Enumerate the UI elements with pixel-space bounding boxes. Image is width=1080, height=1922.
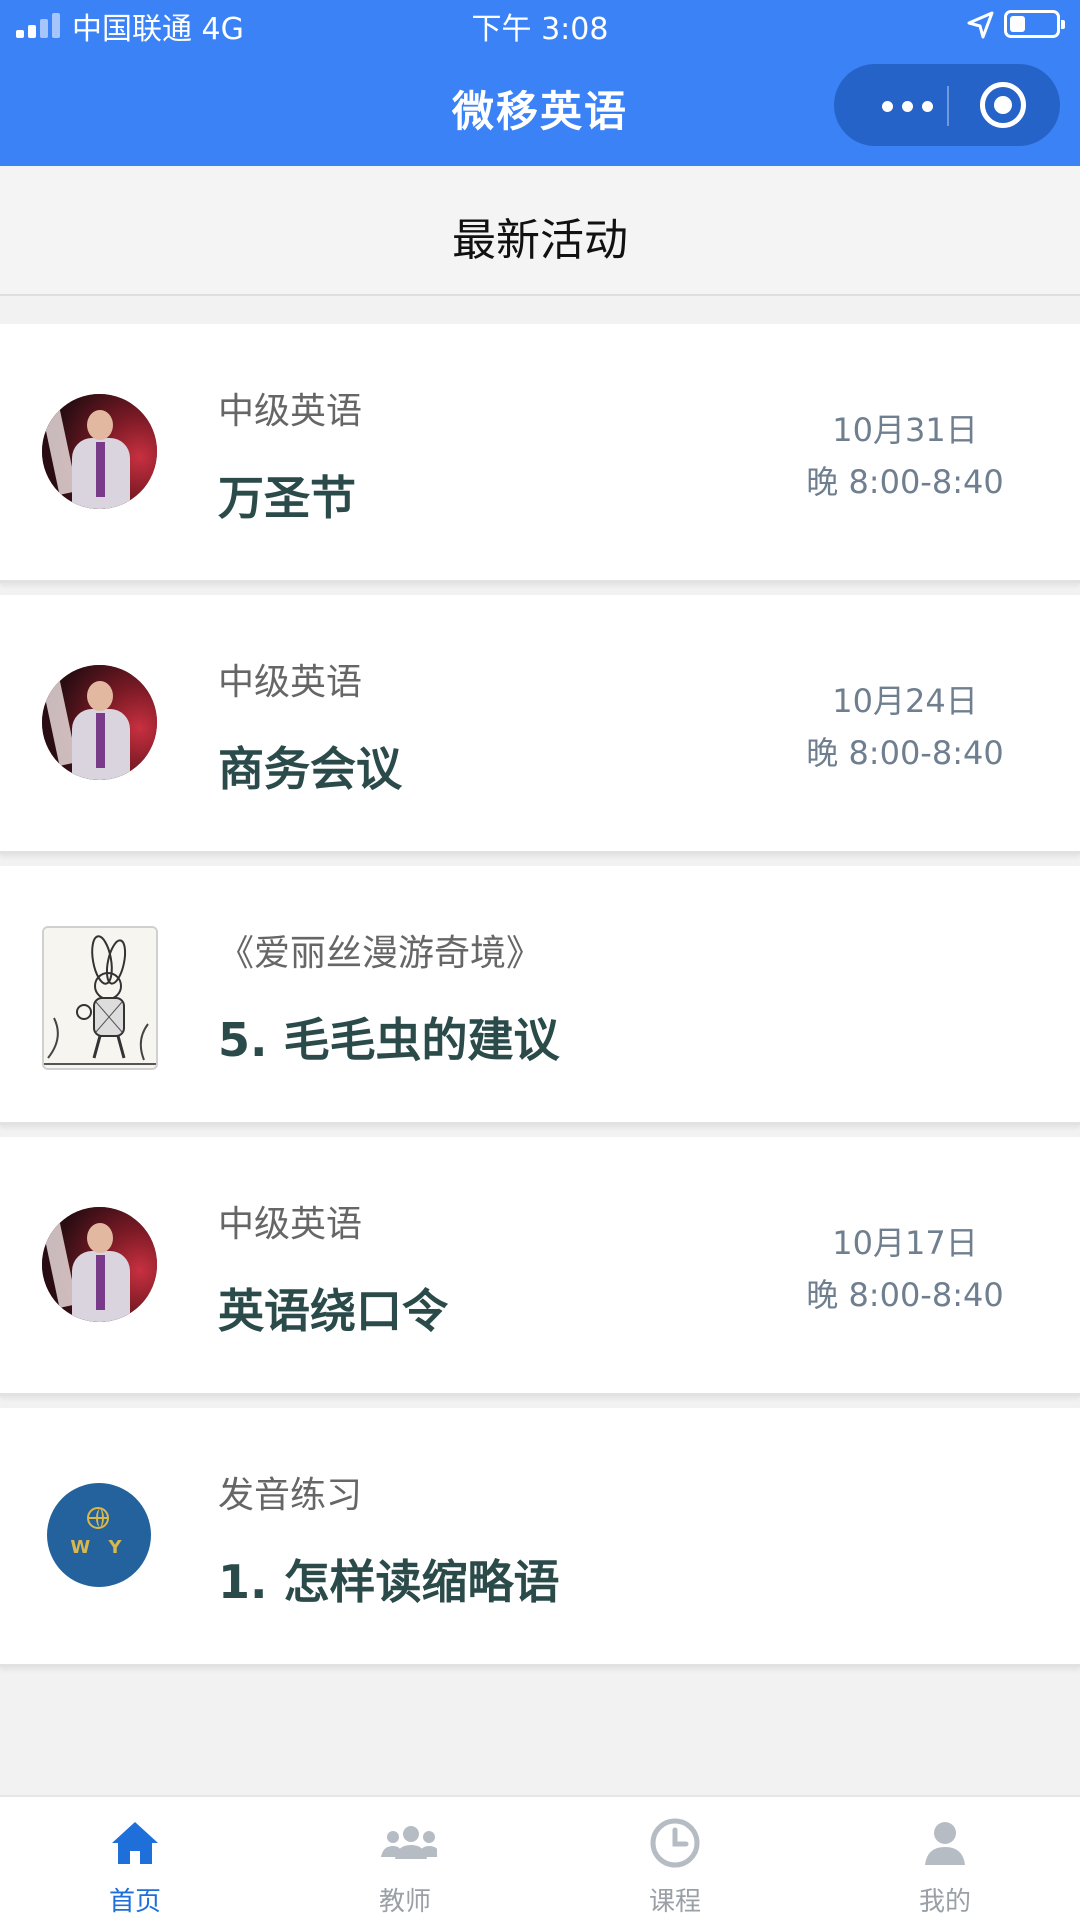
activity-title: 5. 毛毛虫的建议 [218, 1013, 560, 1067]
activity-schedule: 10月17日 晚 8:00-8:40 [780, 1217, 1030, 1321]
status-bar: 中国联通 4G 下午 3:08 [0, 0, 1080, 52]
activity-card[interactable]: 中级英语 英语绕口令 10月17日 晚 8:00-8:40 [0, 1137, 1080, 1396]
activity-date: 10月31日 [832, 411, 978, 449]
tab-home[interactable]: 首页 [0, 1797, 270, 1922]
globe-icon [87, 1507, 109, 1529]
tab-teachers[interactable]: 教师 [270, 1797, 540, 1922]
capsule-divider [947, 86, 949, 126]
section-title: 最新活动 [452, 215, 628, 266]
tab-label: 课程 [648, 1887, 701, 1917]
activity-time: 晚 8:00-8:40 [806, 1276, 1004, 1314]
activity-title: 万圣节 [218, 471, 356, 525]
wy-logo: W Y [47, 1483, 151, 1587]
teacher-avatar [42, 1207, 157, 1322]
logo-text: W Y [70, 1537, 128, 1558]
activity-category: 中级英语 [218, 1204, 363, 1245]
activity-title: 英语绕口令 [218, 1284, 448, 1338]
activity-time: 晚 8:00-8:40 [806, 734, 1004, 772]
section-header: 最新活动 [0, 166, 1080, 296]
tab-label: 首页 [108, 1887, 161, 1917]
activity-category: 发音练习 [218, 1475, 363, 1516]
activity-card[interactable]: W Y 发音练习 1. 怎样读缩略语 [0, 1408, 1080, 1667]
activity-time: 晚 8:00-8:40 [806, 463, 1004, 501]
status-time: 下午 3:08 [471, 12, 609, 47]
activity-card[interactable]: 《爱丽丝漫游奇境》 5. 毛毛虫的建议 [0, 866, 1080, 1125]
clock-icon [650, 1818, 700, 1868]
tab-profile[interactable]: 我的 [810, 1797, 1080, 1922]
white-rabbit-illustration [42, 926, 158, 1070]
teachers-icon [381, 1826, 437, 1859]
bottom-tab-bar: 首页 教师 课程 我的 [0, 1795, 1080, 1922]
home-icon [112, 1822, 158, 1864]
teacher-avatar [42, 665, 157, 780]
activity-category: 中级英语 [218, 662, 363, 703]
activity-card[interactable]: 中级英语 商务会议 10月24日 晚 8:00-8:40 [0, 595, 1080, 854]
activity-title: 1. 怎样读缩略语 [218, 1555, 560, 1609]
activity-category: 《爱丽丝漫游奇境》 [218, 933, 543, 974]
battery-icon [1004, 10, 1065, 38]
activity-date: 10月17日 [832, 1224, 978, 1262]
user-icon [925, 1822, 965, 1865]
activity-title: 商务会议 [218, 742, 402, 796]
teacher-avatar [42, 394, 157, 509]
activity-schedule: 10月24日 晚 8:00-8:40 [780, 675, 1030, 779]
activity-card[interactable]: 中级英语 万圣节 10月31日 晚 8:00-8:40 [0, 324, 1080, 583]
activity-category: 中级英语 [218, 391, 363, 432]
close-mini-program-button[interactable] [980, 82, 1026, 128]
top-bar: 中国联通 4G 下午 3:08 微移英语 [0, 0, 1080, 166]
tab-courses[interactable]: 课程 [540, 1797, 810, 1922]
location-icon [967, 11, 994, 39]
tab-label: 教师 [378, 1887, 431, 1917]
mini-program-capsule [834, 64, 1060, 146]
activity-schedule: 10月31日 晚 8:00-8:40 [780, 404, 1030, 508]
tab-label: 我的 [918, 1887, 971, 1917]
activity-date: 10月24日 [832, 682, 978, 720]
